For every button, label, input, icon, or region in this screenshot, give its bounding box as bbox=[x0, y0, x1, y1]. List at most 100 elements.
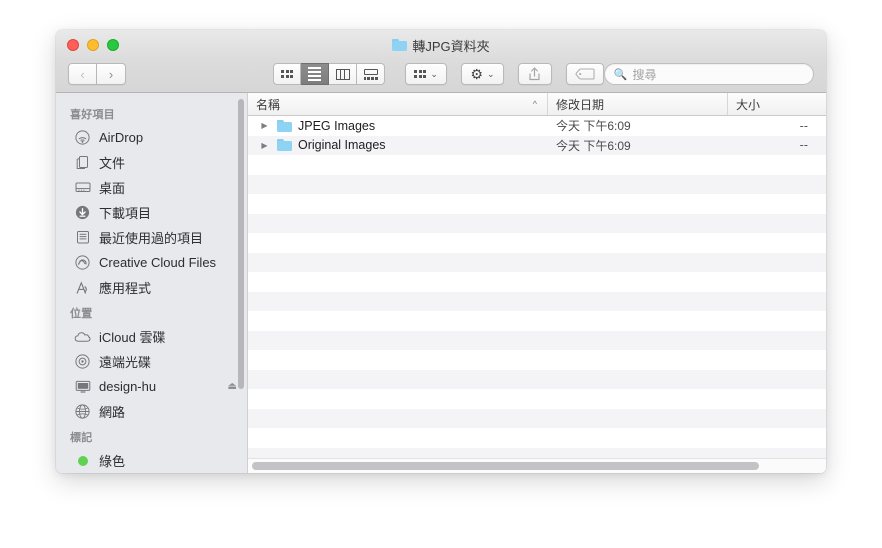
sidebar-scrollbar[interactable] bbox=[238, 99, 244, 389]
sidebar-item-label: 文件 bbox=[99, 156, 126, 171]
disclosure-triangle-icon[interactable]: ▶ bbox=[260, 121, 269, 130]
creative-cloud-icon bbox=[74, 254, 91, 271]
window-title: 轉JPG資料夾 bbox=[56, 36, 826, 54]
back-button[interactable]: ‹ bbox=[68, 63, 97, 85]
sidebar-item-label: 最近使用過的項目 bbox=[99, 231, 204, 246]
column-view-button[interactable] bbox=[329, 63, 357, 85]
arrange-button[interactable]: ⌄ bbox=[405, 63, 448, 85]
sidebar-item-design-hu[interactable]: design-hu ⏏ bbox=[56, 374, 247, 399]
row-name-label: Original Images bbox=[298, 138, 386, 153]
disclosure-triangle-icon[interactable]: ▶ bbox=[260, 141, 269, 150]
tag-icon bbox=[575, 68, 595, 80]
downloads-icon bbox=[74, 204, 91, 221]
file-list: 名稱 ^ 修改日期 大小 ▶ JPEG Images 今天 下午6:09 -- … bbox=[248, 93, 826, 473]
icloud-icon bbox=[74, 328, 91, 345]
sidebar: 喜好項目 AirDrop 文件 桌面 下載項目 最近使用過的項目 Creativ… bbox=[56, 93, 248, 473]
row-size-cell: -- bbox=[799, 138, 808, 153]
computer-icon bbox=[74, 378, 91, 395]
sidebar-item-applications[interactable]: 應用程式 bbox=[56, 275, 247, 300]
sort-ascending-icon: ^ bbox=[532, 99, 537, 109]
navigation-buttons: ‹ › bbox=[68, 63, 126, 85]
row-size-cell: -- bbox=[799, 118, 808, 133]
sidebar-item-label: 遠端光碟 bbox=[99, 355, 152, 370]
table-row-empty bbox=[248, 350, 826, 370]
chevron-right-icon: › bbox=[108, 66, 114, 82]
folder-icon bbox=[392, 39, 408, 51]
network-icon bbox=[74, 403, 91, 420]
share-button[interactable] bbox=[517, 63, 552, 85]
airdrop-icon bbox=[74, 129, 91, 146]
action-button[interactable]: ⚙ ⌄ bbox=[461, 63, 504, 85]
table-row-empty bbox=[248, 447, 826, 458]
sidebar-item-recents[interactable]: 最近使用過的項目 bbox=[56, 225, 247, 250]
tag-button[interactable] bbox=[565, 63, 604, 85]
share-icon bbox=[529, 67, 540, 81]
gear-icon: ⚙ bbox=[470, 66, 483, 82]
table-row-empty bbox=[248, 311, 826, 331]
sidebar-item-remote-disc[interactable]: 遠端光碟 bbox=[56, 349, 247, 374]
column-header-size[interactable]: 大小 bbox=[728, 93, 826, 115]
sidebar-section-header-tags: 標記 bbox=[70, 432, 93, 444]
window-title-text: 轉JPG資料夾 bbox=[412, 38, 490, 54]
list-view-button[interactable] bbox=[301, 63, 329, 85]
sidebar-item-label: 網路 bbox=[99, 405, 126, 420]
column-header-name[interactable]: 名稱 ^ bbox=[248, 93, 548, 115]
list-icon bbox=[308, 67, 321, 81]
sidebar-item-label: 應用程式 bbox=[99, 281, 152, 296]
row-date-cell: 今天 下午6:09 bbox=[556, 138, 631, 153]
folder-icon bbox=[277, 119, 292, 132]
forward-button[interactable]: › bbox=[97, 63, 126, 85]
column-header-label: 名稱 bbox=[256, 97, 281, 112]
disc-icon bbox=[74, 353, 91, 370]
sidebar-item-network[interactable]: 網路 bbox=[56, 399, 247, 424]
recents-icon bbox=[74, 229, 91, 246]
row-name-cell: ▶ Original Images bbox=[248, 138, 548, 152]
table-row-empty bbox=[248, 330, 826, 350]
sidebar-item-airdrop[interactable]: AirDrop bbox=[56, 125, 247, 150]
chevron-left-icon: ‹ bbox=[80, 66, 85, 82]
table-row-empty bbox=[248, 428, 826, 448]
sidebar-item-label: 桌面 bbox=[99, 181, 126, 196]
finder-window: 轉JPG資料夾 ‹ › ⌄ ⚙ ⌄ 🔍 搜尋 喜好項目 AirDrop 文件 桌… bbox=[56, 30, 826, 473]
sidebar-section-header-favorites: 喜好項目 bbox=[70, 109, 115, 121]
finder-toolbar: ‹ › ⌄ ⚙ ⌄ 🔍 搜尋 bbox=[56, 56, 826, 92]
sidebar-item-green-tag[interactable]: 綠色 bbox=[56, 448, 247, 473]
sidebar-item-label: 下載項目 bbox=[99, 206, 152, 221]
sidebar-item-label: design-hu bbox=[99, 379, 157, 394]
sidebar-section-header-locations: 位置 bbox=[70, 308, 93, 320]
file-list-rows: ▶ JPEG Images 今天 下午6:09 -- ▶ Original Im… bbox=[248, 116, 826, 458]
horizontal-scrollbar[interactable] bbox=[248, 458, 826, 473]
sidebar-item-desktop[interactable]: 桌面 bbox=[56, 175, 247, 200]
eject-icon[interactable]: ⏏ bbox=[228, 381, 237, 392]
row-name-label: JPEG Images bbox=[298, 118, 376, 133]
table-row-empty bbox=[248, 233, 826, 253]
horizontal-scrollbar-thumb[interactable] bbox=[252, 462, 760, 470]
icon-view-button[interactable] bbox=[273, 63, 301, 85]
gallery-view-button[interactable] bbox=[357, 63, 385, 85]
sidebar-item-downloads[interactable]: 下載項目 bbox=[56, 200, 247, 225]
sidebar-item-icloud-drive[interactable]: iCloud 雲碟 bbox=[56, 324, 247, 349]
search-field[interactable]: 🔍 搜尋 bbox=[603, 63, 814, 85]
table-row-empty bbox=[248, 174, 826, 194]
table-row-empty bbox=[248, 213, 826, 233]
table-row-empty bbox=[248, 194, 826, 214]
chevron-down-icon: ⌄ bbox=[430, 68, 438, 79]
column-header-label: 修改日期 bbox=[556, 97, 605, 112]
documents-icon bbox=[74, 154, 91, 171]
table-row-empty bbox=[248, 369, 826, 389]
column-header-date-modified[interactable]: 修改日期 bbox=[548, 93, 728, 115]
column-header-label: 大小 bbox=[736, 97, 761, 112]
applications-icon bbox=[74, 279, 91, 296]
green-tag-dot-icon bbox=[74, 452, 91, 469]
table-row[interactable]: ▶ Original Images 今天 下午6:09 -- bbox=[248, 135, 826, 155]
folder-icon bbox=[277, 139, 292, 152]
sidebar-item-documents[interactable]: 文件 bbox=[56, 150, 247, 175]
gallery-icon bbox=[363, 68, 378, 80]
table-row-empty bbox=[248, 389, 826, 409]
table-row-empty bbox=[248, 408, 826, 428]
sidebar-item-creative-cloud-files[interactable]: Creative Cloud Files bbox=[56, 250, 247, 275]
table-row-empty bbox=[248, 252, 826, 272]
window-body: 喜好項目 AirDrop 文件 桌面 下載項目 最近使用過的項目 Creativ… bbox=[56, 93, 826, 473]
row-date-cell: 今天 下午6:09 bbox=[556, 119, 631, 134]
table-row[interactable]: ▶ JPEG Images 今天 下午6:09 -- bbox=[248, 116, 826, 136]
